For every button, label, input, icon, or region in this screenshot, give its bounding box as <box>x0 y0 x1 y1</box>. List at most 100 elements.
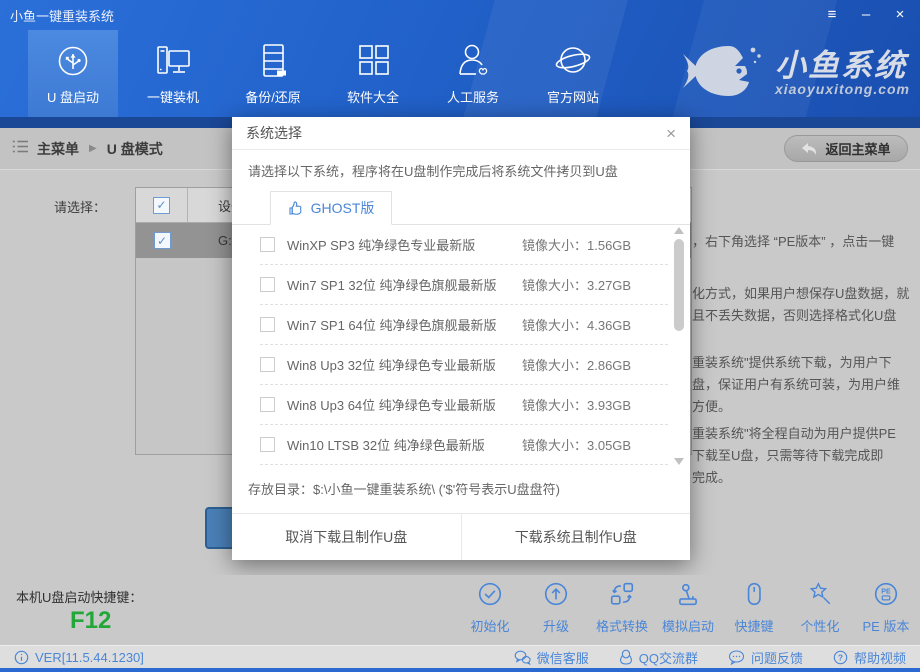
pe-version-icon: PE <box>873 581 899 612</box>
nav-item-software[interactable]: 软件大全 <box>328 30 418 117</box>
menu-icon[interactable]: ≡ <box>822 5 842 25</box>
dialog-title: 系统选择 <box>246 123 302 143</box>
breadcrumb-root[interactable]: 主菜单 <box>37 139 79 159</box>
qq-group-link[interactable]: QQ交流群 <box>619 648 698 667</box>
select-all-checkbox[interactable]: ✓ <box>153 197 170 214</box>
dialog-footer: 取消下载且制作U盘 下载系统且制作U盘 <box>232 513 690 560</box>
status-link-label: QQ交流群 <box>639 648 698 667</box>
help-line: 完成。 <box>692 467 920 486</box>
status-link-label: 微信客服 <box>537 648 589 667</box>
system-checkbox[interactable] <box>260 437 275 452</box>
boot-hotkey-label: 本机U盘启动快捷键： <box>16 587 142 606</box>
nav-item-backup-restore[interactable]: 备份/还原 <box>228 30 318 117</box>
system-list-item[interactable]: WinXP SP3 纯净绿色专业最新版 镜像大小：1.56GB <box>260 225 668 265</box>
system-list-item[interactable]: Win8 Up3 64位 纯净绿色专业最新版 镜像大小：3.93GB <box>260 385 668 425</box>
nav-label: 软件大全 <box>347 87 399 106</box>
feedback-link[interactable]: 问题反馈 <box>728 648 803 667</box>
system-checkbox[interactable] <box>260 397 275 412</box>
tool-label: 个性化 <box>800 616 839 635</box>
qq-penguin-icon <box>619 649 633 665</box>
system-list-item[interactable]: Win7 SP1 64位 纯净绿色旗舰最新版 镜像大小：4.36GB <box>260 305 668 345</box>
nav-label: 人工服务 <box>447 87 499 106</box>
system-list-item[interactable]: Win10 LTSB 32位 纯净绿色最新版 镜像大小：3.05GB <box>260 425 668 465</box>
svg-text:PE: PE <box>881 588 891 595</box>
system-size: 镜像大小：3.27GB <box>522 275 668 294</box>
app-header: 小鱼一键重装系统 ≡ – × U 盘启动 一键装机 备份/还原 软件大 <box>0 0 920 117</box>
scroll-down-icon[interactable] <box>674 458 684 465</box>
cancel-download-button[interactable]: 取消下载且制作U盘 <box>232 514 462 560</box>
device-checkbox[interactable]: ✓ <box>154 232 171 249</box>
tool-format-convert[interactable]: 格式转换 <box>596 581 648 635</box>
select-device-label: 请选择： <box>54 197 106 216</box>
system-list-item[interactable]: Win8 Up3 32位 纯净绿色专业最新版 镜像大小：2.86GB <box>260 345 668 385</box>
tool-personalize[interactable]: 个性化 <box>794 581 846 635</box>
server-icon <box>253 41 293 81</box>
tool-bar: 初始化 升级 格式转换 模拟启动 快捷键 个性化 <box>464 581 912 635</box>
system-checkbox[interactable] <box>260 357 275 372</box>
nav-label: 官方网站 <box>547 87 599 106</box>
system-name: Win8 Up3 64位 纯净绿色专业最新版 <box>287 395 522 414</box>
system-list-item[interactable]: Win7 SP1 32位 纯净绿色旗舰最新版 镜像大小：3.27GB <box>260 265 668 305</box>
list-icon <box>12 139 29 159</box>
scroll-up-icon[interactable] <box>674 227 684 234</box>
nav-label: 备份/还原 <box>245 87 301 106</box>
help-line: ，右下角选择 “PE版本” ，点击一键 <box>692 231 920 250</box>
wechat-icon <box>514 650 531 665</box>
help-video-link[interactable]: ? 帮助视频 <box>833 648 906 667</box>
system-checkbox[interactable] <box>260 317 275 332</box>
help-line: 重装系统"将全程自动为用户提供PE <box>692 423 920 442</box>
system-checkbox[interactable] <box>260 277 275 292</box>
download-and-make-button[interactable]: 下载系统且制作U盘 <box>462 514 691 560</box>
tool-initialize[interactable]: 初始化 <box>464 581 516 635</box>
computer-icon <box>151 41 195 81</box>
tool-hotkeys[interactable]: 快捷键 <box>728 581 780 635</box>
window-title: 小鱼一键重装系统 <box>10 6 114 25</box>
back-to-main-menu-button[interactable]: 返回主菜单 <box>784 135 908 162</box>
scrollbar[interactable] <box>673 227 685 465</box>
system-name: WinXP SP3 纯净绿色专业最新版 <box>287 235 522 254</box>
svg-text:?: ? <box>838 652 843 662</box>
tool-pe-version[interactable]: PE PE 版本 <box>860 581 912 635</box>
minimize-icon[interactable]: – <box>856 5 876 25</box>
question-circle-icon: ? <box>833 650 848 665</box>
dialog-description: 请选择以下系统，程序将在U盘制作完成后将系统文件拷贝到U盘 <box>232 150 690 182</box>
brand-name: 小鱼系统 <box>775 51 910 81</box>
brand-logo: 小鱼系统 xiaoyuxitong.com <box>677 40 910 107</box>
system-name: Win7 SP1 64位 纯净绿色旗舰最新版 <box>287 315 522 334</box>
dialog-header: 系统选择 × <box>232 117 690 150</box>
boot-hotkey-value: F12 <box>70 607 111 635</box>
system-checkbox[interactable] <box>260 237 275 252</box>
version-text: VER[11.5.44.1230] <box>35 650 144 665</box>
fish-logo-icon <box>677 40 765 107</box>
tool-label: 模拟启动 <box>662 616 714 635</box>
tool-simulate-boot[interactable]: 模拟启动 <box>662 581 714 635</box>
help-line: 下载至U盘，只需等待下载完成即 <box>692 445 920 464</box>
scrollbar-thumb[interactable] <box>674 239 684 331</box>
tab-ghost-edition[interactable]: GHOST版 <box>270 191 392 225</box>
check-circle-icon <box>477 581 503 612</box>
nav-item-support[interactable]: 人工服务 <box>428 30 518 117</box>
close-icon[interactable]: × <box>890 5 910 25</box>
tool-label: 初始化 <box>470 616 509 635</box>
status-bar: VER[11.5.44.1230] 微信客服 QQ交流群 问题反馈 ? 帮助视频 <box>0 645 920 668</box>
apps-grid-icon <box>353 41 393 81</box>
planet-icon <box>552 41 594 81</box>
nav-item-website[interactable]: 官方网站 <box>528 30 618 117</box>
dialog-close-icon[interactable]: × <box>666 125 676 142</box>
wechat-support-link[interactable]: 微信客服 <box>514 648 589 667</box>
nav-item-one-key-install[interactable]: 一键装机 <box>128 30 218 117</box>
tool-upgrade[interactable]: 升级 <box>530 581 582 635</box>
system-name: Win10 LTSB 32位 纯净绿色最新版 <box>287 435 522 454</box>
system-name: Win8 Up3 32位 纯净绿色专业最新版 <box>287 355 522 374</box>
status-link-label: 问题反馈 <box>751 648 803 667</box>
person-icon <box>453 41 493 81</box>
back-button-label: 返回主菜单 <box>825 139 890 158</box>
convert-icon <box>609 581 635 612</box>
status-links: 微信客服 QQ交流群 问题反馈 ? 帮助视频 <box>514 648 906 667</box>
nav-item-usb-boot[interactable]: U 盘启动 <box>28 30 118 117</box>
tool-label: 快捷键 <box>734 616 773 635</box>
main-nav: U 盘启动 一键装机 备份/还原 软件大全 人工服务 官方网站 <box>0 30 628 117</box>
help-line: 重装系统"提供系统下载，为用户下 <box>692 352 920 371</box>
help-line: 盘，保证用户有系统可装，为用户维 <box>692 374 920 393</box>
app-window: 小鱼一键重装系统 ≡ – × U 盘启动 一键装机 备份/还原 软件大 <box>0 0 920 672</box>
